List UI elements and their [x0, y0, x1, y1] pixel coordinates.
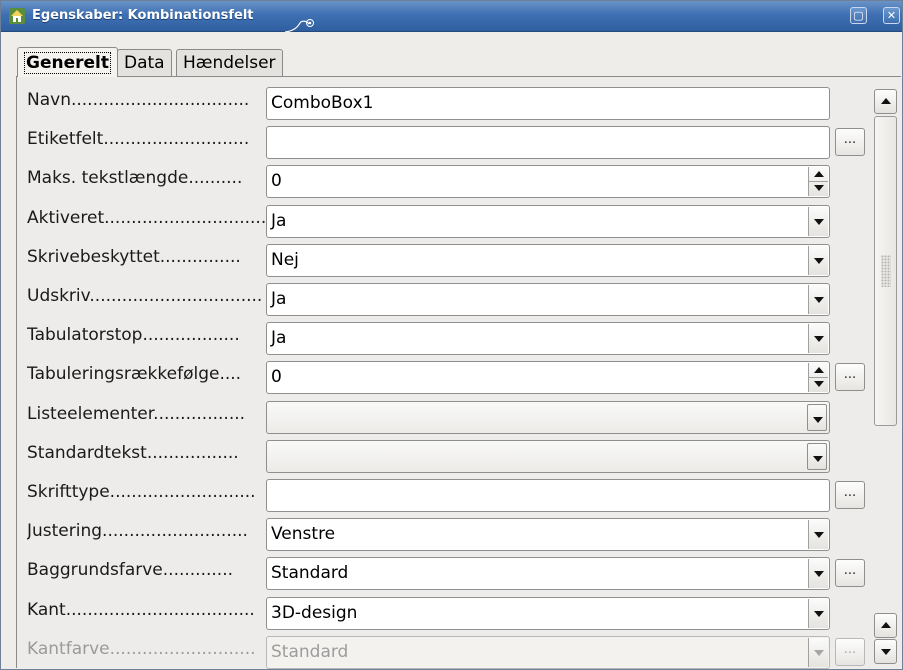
chevron-down-icon[interactable] [808, 520, 828, 550]
tab-generelt-label: Generelt [24, 52, 111, 74]
thumb-grip-icon [881, 255, 891, 287]
property-dropdown[interactable]: Standard [266, 635, 830, 669]
property-row: Skrifttype.............................. [17, 469, 882, 512]
property-label: Etiketfelt........................... [27, 129, 250, 150]
property-label: Kant................................... [27, 599, 255, 620]
property-dropdown[interactable]: Venstre [266, 518, 830, 552]
property-text-field[interactable] [266, 479, 830, 512]
property-label: Skrivebeskyttet............... [27, 246, 241, 267]
browse-button[interactable]: ... [835, 481, 865, 509]
property-value: 0 [271, 367, 282, 388]
property-value: 0 [271, 171, 282, 192]
chevron-down-icon[interactable] [808, 285, 828, 314]
property-dropdown[interactable]: Ja [266, 322, 830, 356]
chevron-down-icon[interactable] [808, 559, 828, 589]
property-row: Maks. tekstlængde.......... 0 [17, 155, 882, 199]
property-value: ComboBox1 [271, 93, 374, 113]
property-value: Venstre [271, 524, 336, 545]
property-label: Maks. tekstlængde.......... [27, 168, 243, 189]
property-value: 3D-design [271, 602, 358, 623]
scroll-up-bottom-button[interactable] [874, 613, 897, 638]
property-row: Baggrundsfarve............. Standard... [17, 547, 882, 591]
scroll-up-top-button[interactable] [874, 89, 897, 114]
property-label: Listeelementer................. [27, 403, 246, 424]
tab-generelt[interactable]: Generelt [17, 47, 118, 77]
chevron-down-icon[interactable] [808, 324, 828, 354]
property-label: Justering........................... [27, 521, 248, 542]
spin-buttons[interactable] [808, 363, 828, 393]
property-label: Aktiveret.............................. [27, 207, 267, 228]
chevron-down-icon[interactable] [807, 403, 827, 431]
app-house-icon [9, 8, 25, 24]
browse-button[interactable]: ... [835, 363, 865, 392]
property-dropdown[interactable] [266, 439, 830, 473]
chevron-down-icon[interactable] [808, 206, 828, 236]
property-label: Kantfarve........................... [27, 638, 256, 659]
vertical-scrollbar[interactable] [874, 89, 898, 667]
property-value: Standard [271, 563, 349, 584]
browse-button[interactable]: ... [835, 637, 865, 666]
property-dropdown[interactable]: 3D-design [266, 596, 830, 630]
property-text-field[interactable]: ComboBox1 [266, 87, 830, 120]
chevron-down-icon[interactable] [807, 442, 827, 470]
property-row: Kantfarve........................... Stan… [17, 626, 882, 669]
property-value: Ja [271, 210, 287, 231]
property-row: Udskriv................................ J… [17, 273, 882, 316]
property-row: Standardtekst................. [17, 430, 882, 473]
property-row: Listeelementer................. [17, 391, 882, 434]
property-text-field[interactable] [266, 126, 830, 160]
property-label: Skrifttype........................... [27, 482, 256, 502]
property-dropdown[interactable]: Standard [266, 557, 830, 591]
maximize-icon[interactable]: ▢ [850, 7, 867, 24]
properties-panel: Navn................................. Com… [16, 76, 901, 669]
tab-data[interactable]: Data [117, 49, 172, 76]
property-dropdown[interactable]: Ja [266, 283, 830, 316]
spin-up-icon[interactable] [809, 363, 828, 379]
property-row: Skrivebeskyttet............... Nej [17, 234, 882, 277]
property-label: Navn................................. [27, 90, 250, 110]
property-label: Baggrundsfarve............. [27, 560, 234, 581]
property-row: Etiketfelt.............................. [17, 116, 882, 160]
property-dropdown[interactable]: Ja [266, 204, 830, 238]
window-title: Egenskaber: Kombinationsfelt [32, 8, 254, 23]
property-dropdown[interactable] [266, 400, 830, 434]
browse-button[interactable]: ... [835, 128, 865, 157]
property-value: Nej [271, 249, 299, 270]
chevron-down-icon[interactable] [808, 637, 828, 667]
property-row: Kant................................... 3… [17, 587, 882, 630]
property-value: Standard [271, 641, 349, 662]
property-row: Justering........................... Vens… [17, 508, 882, 552]
chevron-down-icon[interactable] [808, 245, 828, 275]
property-row: Tabuleringsrækkefølge.... 0... [17, 351, 882, 395]
property-label: Standardtekst................. [27, 442, 239, 463]
property-value: Ja [271, 328, 287, 349]
title-bar[interactable]: Egenskaber: Kombinationsfelt ▢ ✕ [1, 1, 902, 32]
close-icon[interactable]: ✕ [883, 7, 900, 24]
spin-buttons[interactable] [808, 167, 828, 197]
scroll-down-button[interactable] [874, 639, 897, 664]
properties-window: Egenskaber: Kombinationsfelt ▢ ✕ Generel… [0, 0, 903, 670]
property-spin-field[interactable]: 0 [266, 165, 830, 199]
chevron-down-icon[interactable] [808, 598, 828, 628]
property-spin-field[interactable]: 0 [266, 361, 830, 395]
title-cap-icon [285, 19, 314, 32]
property-label: Tabulatorstop.................. [27, 325, 240, 346]
property-value: Ja [271, 289, 287, 309]
spin-up-icon[interactable] [809, 167, 828, 183]
tab-haendelser[interactable]: Hændelser [176, 49, 283, 76]
property-row: Tabulatorstop.................. Ja [17, 312, 882, 356]
property-dropdown[interactable]: Nej [266, 243, 830, 277]
property-row: Aktiveret.............................. J… [17, 195, 882, 238]
browse-button[interactable]: ... [835, 559, 865, 588]
scrollbar-thumb[interactable] [874, 116, 897, 426]
property-row: Navn................................. Com… [17, 77, 882, 120]
property-label: Tabuleringsrækkefølge.... [27, 364, 242, 385]
property-label: Udskriv................................ [27, 286, 263, 306]
